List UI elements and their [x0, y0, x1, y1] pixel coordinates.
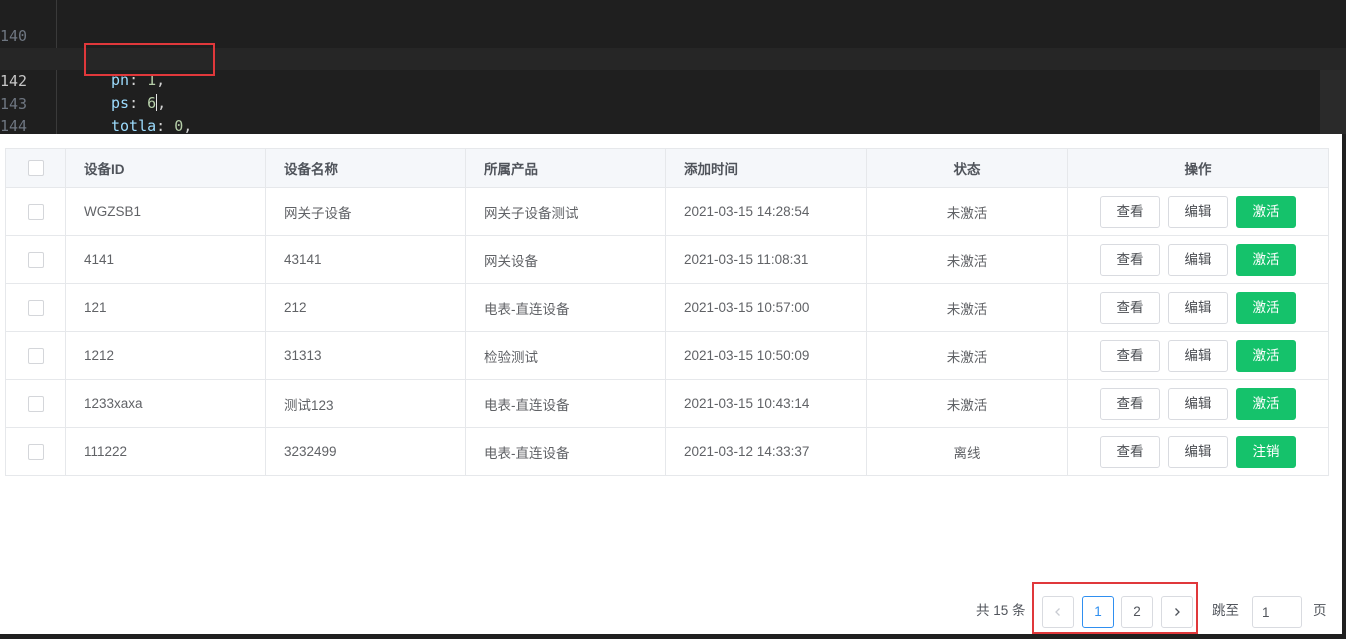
- cell-added-time: 2021-03-12 14:33:37: [665, 427, 867, 476]
- cell-actions: 查看 编辑 激活: [1067, 331, 1329, 380]
- jump-page-input[interactable]: [1252, 596, 1302, 628]
- jump-to-label: 跳至: [1212, 603, 1239, 618]
- cell-device-name: 网关子设备: [265, 187, 466, 236]
- header-device-id[interactable]: 设备ID: [65, 148, 266, 188]
- header-device-name[interactable]: 设备名称: [265, 148, 466, 188]
- edit-button[interactable]: 编辑: [1168, 195, 1228, 228]
- cell-device-name: 测试123: [265, 379, 466, 428]
- activate-button[interactable]: 激活: [1236, 387, 1296, 420]
- cell-product: 电表-直连设备: [465, 283, 666, 332]
- cell-status: 未激活: [866, 235, 1068, 284]
- code-editor[interactable]: 140 cityList: [], 141 pn: 1, 142 ps: 6, …: [0, 0, 1346, 134]
- cell-product: 网关子设备测试: [465, 187, 666, 236]
- cell-actions: 查看 编辑 激活: [1067, 379, 1329, 428]
- cell-device-name: 3232499: [265, 427, 466, 476]
- table-header-row: 设备ID 设备名称 所属产品 添加时间 状态 操作: [5, 148, 1329, 188]
- cell-device-id: 1233xaxa: [65, 379, 266, 428]
- table-row: 1233xaxa 测试123 电表-直连设备 2021-03-15 10:43:…: [5, 379, 1329, 428]
- cell-device-id: 121: [65, 283, 266, 332]
- header-added-time[interactable]: 添加时间: [665, 148, 867, 188]
- cell-actions: 查看 编辑 激活: [1067, 235, 1329, 284]
- code-line-140: 140 cityList: [],: [0, 3, 1346, 67]
- header-product[interactable]: 所属产品: [465, 148, 666, 188]
- table-row: WGZSB1 网关子设备 网关子设备测试 2021-03-15 14:28:54…: [5, 187, 1329, 236]
- code-line-144: 144 valnum: [],: [0, 93, 1346, 134]
- cell-product: 电表-直连设备: [465, 379, 666, 428]
- view-button[interactable]: 查看: [1100, 435, 1160, 468]
- cell-status: 未激活: [866, 379, 1068, 428]
- activate-button[interactable]: 激活: [1236, 195, 1296, 228]
- view-button[interactable]: 查看: [1100, 387, 1160, 420]
- cell-actions: 查看 编辑 注销: [1067, 427, 1329, 476]
- table-row: 1212 31313 检验测试 2021-03-15 10:50:09 未激活 …: [5, 331, 1329, 380]
- cell-product: 检验测试: [465, 331, 666, 380]
- row-checkbox[interactable]: [27, 347, 44, 364]
- select-all-checkbox[interactable]: [27, 160, 44, 177]
- cell-device-id: 4141: [65, 235, 266, 284]
- page-unit-label: 页: [1313, 603, 1327, 618]
- highlight-box-pagination: [1032, 582, 1198, 634]
- cell-added-time: 2021-03-15 10:57:00: [665, 283, 867, 332]
- edit-button[interactable]: 编辑: [1168, 291, 1228, 324]
- deactivate-button[interactable]: 注销: [1236, 435, 1296, 468]
- cell-device-name: 31313: [265, 331, 466, 380]
- cell-device-id: 111222: [65, 427, 266, 476]
- editor-scrollbar[interactable]: [1320, 70, 1346, 134]
- table-row: 111222 3232499 电表-直连设备 2021-03-12 14:33:…: [5, 427, 1329, 476]
- code-line-145: 145 listData: [],: [0, 116, 1346, 134]
- edit-button[interactable]: 编辑: [1168, 387, 1228, 420]
- row-checkbox[interactable]: [27, 395, 44, 412]
- cell-added-time: 2021-03-15 11:08:31: [665, 235, 867, 284]
- header-select-all[interactable]: [5, 148, 66, 188]
- activate-button[interactable]: 激活: [1236, 243, 1296, 276]
- cell-product: 电表-直连设备: [465, 427, 666, 476]
- view-button[interactable]: 查看: [1100, 339, 1160, 372]
- cell-added-time: 2021-03-15 10:50:09: [665, 331, 867, 380]
- cell-device-name: 212: [265, 283, 466, 332]
- highlight-box-ps: [84, 43, 215, 76]
- activate-button[interactable]: 激活: [1236, 291, 1296, 324]
- cell-device-name: 43141: [265, 235, 466, 284]
- table-row: 4141 43141 网关设备 2021-03-15 11:08:31 未激活 …: [5, 235, 1329, 284]
- view-button[interactable]: 查看: [1100, 291, 1160, 324]
- header-status[interactable]: 状态: [866, 148, 1068, 188]
- activate-button[interactable]: 激活: [1236, 339, 1296, 372]
- edit-button[interactable]: 编辑: [1168, 243, 1228, 276]
- cell-status: 未激活: [866, 283, 1068, 332]
- cell-added-time: 2021-03-15 14:28:54: [665, 187, 867, 236]
- cell-device-id: 1212: [65, 331, 266, 380]
- table-row: 121 212 电表-直连设备 2021-03-15 10:57:00 未激活 …: [5, 283, 1329, 332]
- cell-actions: 查看 编辑 激活: [1067, 283, 1329, 332]
- view-button[interactable]: 查看: [1100, 195, 1160, 228]
- cell-status: 离线: [866, 427, 1068, 476]
- header-actions: 操作: [1067, 148, 1329, 188]
- cell-added-time: 2021-03-15 10:43:14: [665, 379, 867, 428]
- edit-button[interactable]: 编辑: [1168, 435, 1228, 468]
- cell-actions: 查看 编辑 激活: [1067, 187, 1329, 236]
- edit-button[interactable]: 编辑: [1168, 339, 1228, 372]
- device-list-panel: 设备ID 设备名称 所属产品 添加时间 状态 操作 WGZSB1 网关子设备 网…: [0, 134, 1346, 639]
- row-checkbox[interactable]: [27, 299, 44, 316]
- device-table: 设备ID 设备名称 所属产品 添加时间 状态 操作 WGZSB1 网关子设备 网…: [5, 148, 1329, 476]
- editor-bottom-strip: [0, 634, 1346, 639]
- row-checkbox[interactable]: [27, 443, 44, 460]
- cell-status: 未激活: [866, 187, 1068, 236]
- view-button[interactable]: 查看: [1100, 243, 1160, 276]
- cell-device-id: WGZSB1: [65, 187, 266, 236]
- row-checkbox[interactable]: [27, 203, 44, 220]
- cell-status: 未激活: [866, 331, 1068, 380]
- pagination-total: 共 15 条: [976, 603, 1026, 618]
- cell-product: 网关设备: [465, 235, 666, 284]
- row-checkbox[interactable]: [27, 251, 44, 268]
